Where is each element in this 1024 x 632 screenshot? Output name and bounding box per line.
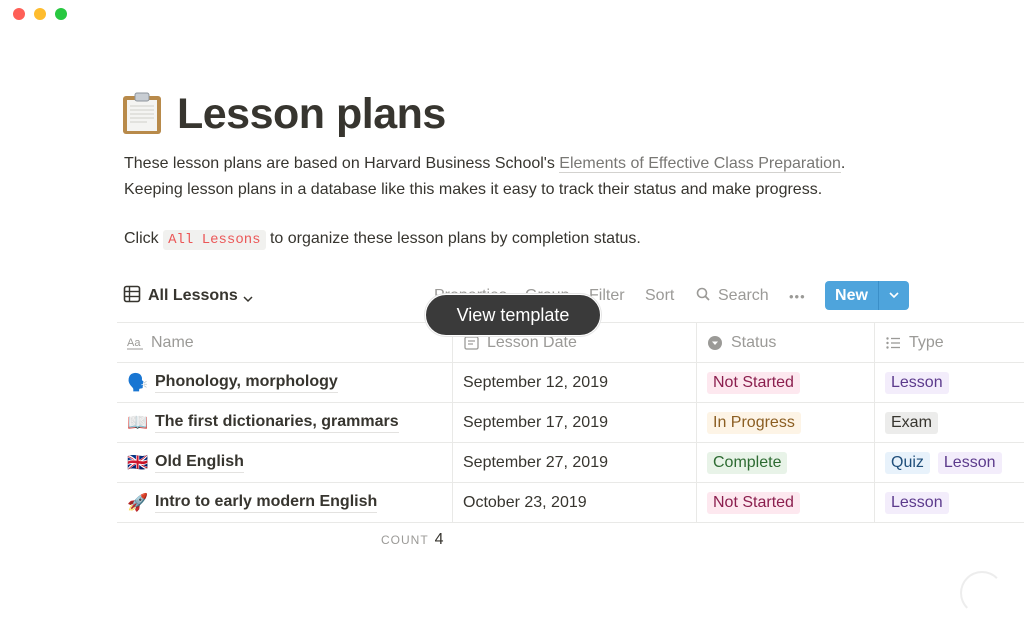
cell-status[interactable]: Not Started xyxy=(697,483,875,522)
more-options-button[interactable]: ••• xyxy=(789,289,806,304)
multi-select-icon xyxy=(885,335,903,351)
instruction-prefix: Click xyxy=(124,230,164,247)
row-emoji-icon: 🗣️ xyxy=(127,372,149,392)
cell-name[interactable]: 🗣️ Phonology, morphology xyxy=(117,363,453,402)
cell-lesson-date[interactable]: September 17, 2019 xyxy=(453,403,697,442)
page-title: Lesson plans xyxy=(177,90,446,138)
status-badge: Complete xyxy=(707,451,788,474)
inline-code-all-lessons: All Lessons xyxy=(163,230,266,250)
lesson-date: September 12, 2019 xyxy=(463,373,608,391)
cell-lesson-date[interactable]: September 27, 2019 xyxy=(453,443,697,482)
column-header-type[interactable]: Type xyxy=(875,323,1024,362)
column-header-status[interactable]: Status xyxy=(697,323,875,362)
column-header-name[interactable]: Aa Name xyxy=(117,323,453,362)
hbs-link[interactable]: Elements of Effective Class Preparation xyxy=(559,155,841,173)
status-badge: Not Started xyxy=(707,491,800,514)
count-label: COUNT xyxy=(381,533,429,547)
description-text: These lesson plans are based on Harvard … xyxy=(124,155,560,172)
table-row[interactable]: 🗣️ Phonology, morphology September 12, 201… xyxy=(117,363,1024,403)
select-icon xyxy=(707,335,725,351)
zoom-window-button[interactable] xyxy=(55,8,67,20)
loading-indicator xyxy=(960,571,1004,615)
new-button-group: New xyxy=(825,281,909,310)
cell-type[interactable]: Lesson xyxy=(875,483,1024,522)
svg-text:Aa: Aa xyxy=(127,337,141,349)
sort-button[interactable]: Sort xyxy=(645,287,674,305)
row-emoji-icon: 🇬🇧 xyxy=(127,452,149,472)
cell-lesson-date[interactable]: October 23, 2019 xyxy=(453,483,697,522)
text-aa-icon: Aa xyxy=(127,335,145,351)
lessons-table: Aa Name Lesson Date Status Type 🗣️ Phonol… xyxy=(117,322,1024,523)
description-line-2: Keeping lesson plans in a database like … xyxy=(124,181,823,198)
new-dropdown-button[interactable] xyxy=(879,281,909,310)
table-row[interactable]: 🇬🇧 Old English September 27, 2019 Complete Q… xyxy=(117,443,1024,483)
cell-status[interactable]: Not Started xyxy=(697,363,875,402)
chevron-down-icon xyxy=(889,287,899,305)
cell-status[interactable]: Complete xyxy=(697,443,875,482)
page-description: These lesson plans are based on Harvard … xyxy=(124,151,845,203)
row-emoji-icon: 🚀 xyxy=(127,492,149,512)
lesson-name[interactable]: The first dictionaries, grammars xyxy=(155,412,399,433)
lesson-date: September 27, 2019 xyxy=(463,453,608,471)
lesson-name[interactable]: Intro to early modern English xyxy=(155,492,378,513)
instruction-text: Click All Lessons to organize these less… xyxy=(124,228,641,251)
minimize-window-button[interactable] xyxy=(34,8,46,20)
new-button[interactable]: New xyxy=(825,281,879,310)
type-tag: Lesson xyxy=(885,371,949,394)
table-row[interactable]: 🚀 Intro to early modern English October 23… xyxy=(117,483,1024,523)
status-badge: Not Started xyxy=(707,371,800,394)
cell-status[interactable]: In Progress xyxy=(697,403,875,442)
instruction-suffix: to organize these lesson plans by comple… xyxy=(265,230,641,247)
search-icon xyxy=(696,287,710,306)
type-tag: Quiz xyxy=(885,451,930,474)
search-label: Search xyxy=(718,287,769,304)
type-tag: Exam xyxy=(885,411,938,434)
lesson-name[interactable]: Old English xyxy=(155,452,244,473)
lesson-date: September 17, 2019 xyxy=(463,413,608,431)
cell-name[interactable]: 🇬🇧 Old English xyxy=(117,443,453,482)
count-value: 4 xyxy=(434,531,444,548)
table-icon xyxy=(123,285,141,308)
close-window-button[interactable] xyxy=(13,8,25,20)
row-emoji-icon: 📖 xyxy=(127,412,149,432)
table-row[interactable]: 📖 The first dictionaries, grammars Septemb… xyxy=(117,403,1024,443)
date-icon xyxy=(463,335,481,351)
clipboard-icon[interactable] xyxy=(121,91,163,135)
cell-type[interactable]: Quiz Lesson xyxy=(875,443,1024,482)
window-controls xyxy=(13,8,67,20)
cell-name[interactable]: 📖 The first dictionaries, grammars xyxy=(117,403,453,442)
view-selector[interactable]: All Lessons xyxy=(123,283,253,309)
status-badge: In Progress xyxy=(707,411,801,434)
lesson-name[interactable]: Phonology, morphology xyxy=(155,372,338,393)
view-name: All Lessons xyxy=(148,287,238,304)
table-body: 🗣️ Phonology, morphology September 12, 201… xyxy=(117,363,1024,523)
type-tag: Lesson xyxy=(937,451,1002,474)
chevron-down-icon xyxy=(243,291,253,303)
description-period: . xyxy=(840,155,846,172)
type-tag: Lesson xyxy=(885,491,949,514)
lesson-date: October 23, 2019 xyxy=(463,493,587,511)
cell-name[interactable]: 🚀 Intro to early modern English xyxy=(117,483,453,522)
cell-type[interactable]: Lesson xyxy=(875,363,1024,402)
cell-lesson-date[interactable]: September 12, 2019 xyxy=(453,363,697,402)
search-button[interactable]: Search xyxy=(696,287,769,306)
view-template-button[interactable]: View template xyxy=(425,294,601,336)
cell-type[interactable]: Exam xyxy=(875,403,1024,442)
count-footer[interactable]: COUNT 4 xyxy=(381,531,444,549)
